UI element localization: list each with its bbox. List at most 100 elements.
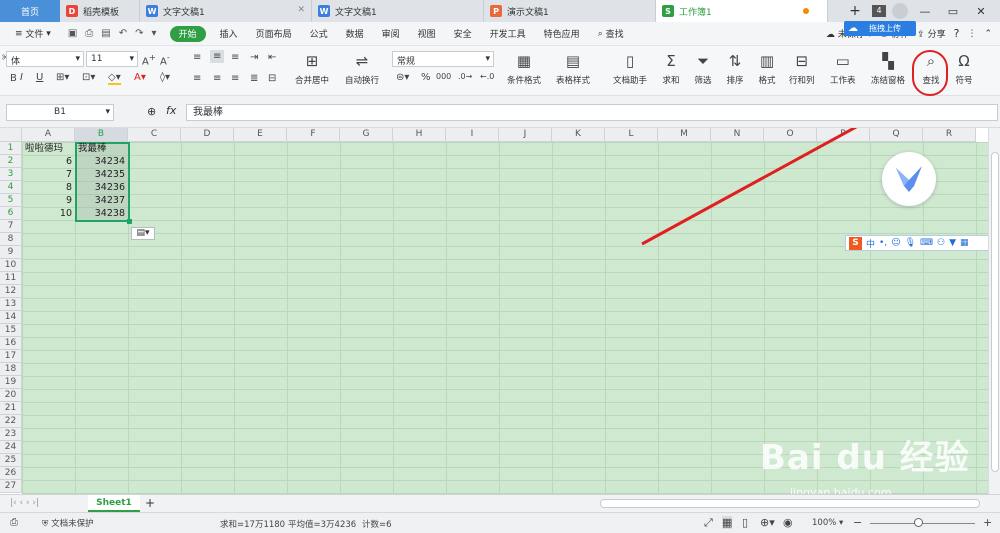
formula-bar: B1 ▾ ⊕ fx 我最棒 [0,96,1000,128]
font-color-icon[interactable]: A▾ [134,72,146,83]
tab-review[interactable]: 审阅 [373,22,409,46]
avatar[interactable] [892,3,908,19]
search-menu[interactable]: ⌕ 查找 [589,22,633,46]
sheet-nav-icons[interactable]: |‹ ‹ › ›| [10,498,39,508]
filter-button[interactable]: ⏷ 筛选 [692,50,714,86]
preview-icon[interactable]: ▤ [101,28,110,39]
font-shrink-icon[interactable]: A- [160,52,170,67]
zoom-out-icon[interactable]: − [853,516,862,529]
tab-insert[interactable]: 插入 [211,22,247,46]
zoom-slider-thumb[interactable] [914,518,923,527]
thousands-icon[interactable]: 000 [436,72,451,81]
reading-mode-icon[interactable]: ⊕▾ [760,516,775,529]
bold-icon[interactable]: B [10,73,17,84]
zoom-in-icon[interactable]: + [983,516,992,529]
conditional-format-button[interactable]: ▦ 条件格式 [507,50,541,86]
font-name-select[interactable]: 体 ▾ [6,51,84,67]
tab-presentation-1[interactable]: P 演示文稿1 [484,0,656,22]
formula-input[interactable]: 我最棒 [186,104,998,121]
align-left-icon[interactable]: ≡ [193,73,201,84]
collapse-ribbon-icon[interactable]: ⌃ [984,29,992,39]
align-center-icon[interactable]: ≡ [213,73,221,84]
freeze-panes-button[interactable]: ▚ 冻结窗格 [871,50,905,86]
vertical-scrollbar[interactable] [988,128,1000,494]
cloud-upload-badge[interactable]: ☁ 拖拽上传 [844,21,916,36]
minimize-icon[interactable]: — [914,0,936,22]
undo-icon[interactable]: ↶ [119,28,127,39]
doc-helper-button[interactable]: ▯ 文档助手 [613,50,647,86]
customize-icon[interactable]: ▾ [152,28,157,39]
zoom-level[interactable]: 100% ▾ [812,518,843,528]
tab-special-apps[interactable]: 特色应用 [535,22,589,46]
wrap-text-button[interactable]: ⇌ 自动换行 [345,50,379,86]
tab-formulas[interactable]: 公式 [301,22,337,46]
tab-home[interactable]: 首页 [0,0,60,22]
align-middle-icon[interactable]: ≡ [210,50,225,63]
maximize-icon[interactable]: ▭ [942,0,964,22]
currency-icon[interactable]: ⊜▾ [396,72,409,83]
redo-icon[interactable]: ↷ [135,28,143,39]
align-top-icon[interactable]: ≡ [193,52,201,63]
zoom-formula-icon[interactable]: ⊕ [147,105,156,118]
sheet-tab-sheet1[interactable]: Sheet1 [88,495,140,512]
close-icon[interactable]: ✕ [297,5,305,15]
close-window-icon[interactable]: ✕ [970,0,992,22]
increase-decimal-icon[interactable]: .0→ [458,72,472,81]
horizontal-scrollbar[interactable] [600,499,980,508]
tab-start[interactable]: 开始 [169,25,206,42]
fx-icon[interactable]: fx [166,104,176,117]
border-icon[interactable]: ⊞▾ [56,72,69,83]
eye-protect-icon[interactable]: ◉ [783,516,793,529]
tab-developer[interactable]: 开发工具 [481,22,535,46]
tab-view[interactable]: 视图 [409,22,445,46]
font-size-select[interactable]: 11 ▾ [86,51,138,67]
more-menu-icon[interactable]: ⋮ [967,29,976,39]
align-bottom-icon[interactable]: ≡ [231,52,239,63]
worksheet-button[interactable]: ▭ 工作表 [830,50,856,86]
tab-data[interactable]: 数据 [337,22,373,46]
add-sheet-icon[interactable]: + [145,496,155,510]
name-box[interactable]: B1 ▾ [6,104,114,121]
sum-button[interactable]: Σ 求和 [660,50,682,86]
symbol-button[interactable]: Ω 符号 [953,50,975,86]
fullscreen-icon[interactable]: ⤢ [704,516,713,530]
fill-color-icon[interactable]: ◇▾ [108,72,121,85]
sort-button[interactable]: ⇅ 排序 [724,50,746,86]
table-style-button[interactable]: ▤ 表格样式 [556,50,590,86]
font-grow-icon[interactable]: A+ [142,52,156,67]
share-button[interactable]: ⇪ 分享 [917,27,945,40]
distributed-icon[interactable]: ⊟ [268,73,276,84]
format-button[interactable]: ▥ 格式 [756,50,778,86]
tab-docer-templates[interactable]: D 稻壳模板 [60,0,140,22]
page-break-icon[interactable]: ▯ [742,516,748,529]
decrease-decimal-icon[interactable]: ←.0 [480,72,494,81]
underline-icon[interactable]: U [36,72,43,83]
align-right-icon[interactable]: ≡ [231,73,239,84]
doc-protect-status[interactable]: ⛨ 文档未保护 [42,517,94,529]
outdent-icon[interactable]: ⇤ [268,52,276,63]
italic-icon[interactable]: I [20,72,23,83]
percent-icon[interactable]: % [421,72,431,83]
tab-page-layout[interactable]: 页面布局 [247,22,301,46]
tab-workbook-1[interactable]: S 工作簿1 [656,0,828,22]
normal-view-icon[interactable]: ▦ [722,516,733,529]
tab-security[interactable]: 安全 [445,22,481,46]
sogou-ime-bar[interactable]: S 中 •, ☺ 🎙 ⌨ ⚇ ▼ ▦ [845,235,997,251]
number-format-select[interactable]: 常规 ▾ [392,51,494,67]
row-col-button[interactable]: ⊟ 行和列 [789,50,815,86]
indent-icon[interactable]: ⇥ [250,52,258,63]
file-menu[interactable]: ≡ 文件 ▾ [6,22,60,46]
tab-writer-2[interactable]: W 文字文稿1 [312,0,484,22]
tab-count-badge[interactable]: 4 [872,5,886,17]
clear-format-icon[interactable]: ◊▾ [160,72,170,83]
help-button[interactable]: ? [954,27,960,40]
justify-icon[interactable]: ≣ [250,73,258,84]
tab-writer-1[interactable]: W 文字文稿1 ✕ [140,0,312,22]
scroll-thumb[interactable] [991,152,999,472]
print-preview-icon[interactable]: ⎙ [10,517,18,528]
new-tab-button[interactable]: + [844,0,866,22]
cell-style-icon[interactable]: ⊡▾ [82,72,95,83]
print-icon[interactable]: ⎙ [85,28,93,39]
merge-center-button[interactable]: ⊞ 合并居中 [295,50,329,86]
save-icon[interactable]: ▣ [68,28,77,39]
